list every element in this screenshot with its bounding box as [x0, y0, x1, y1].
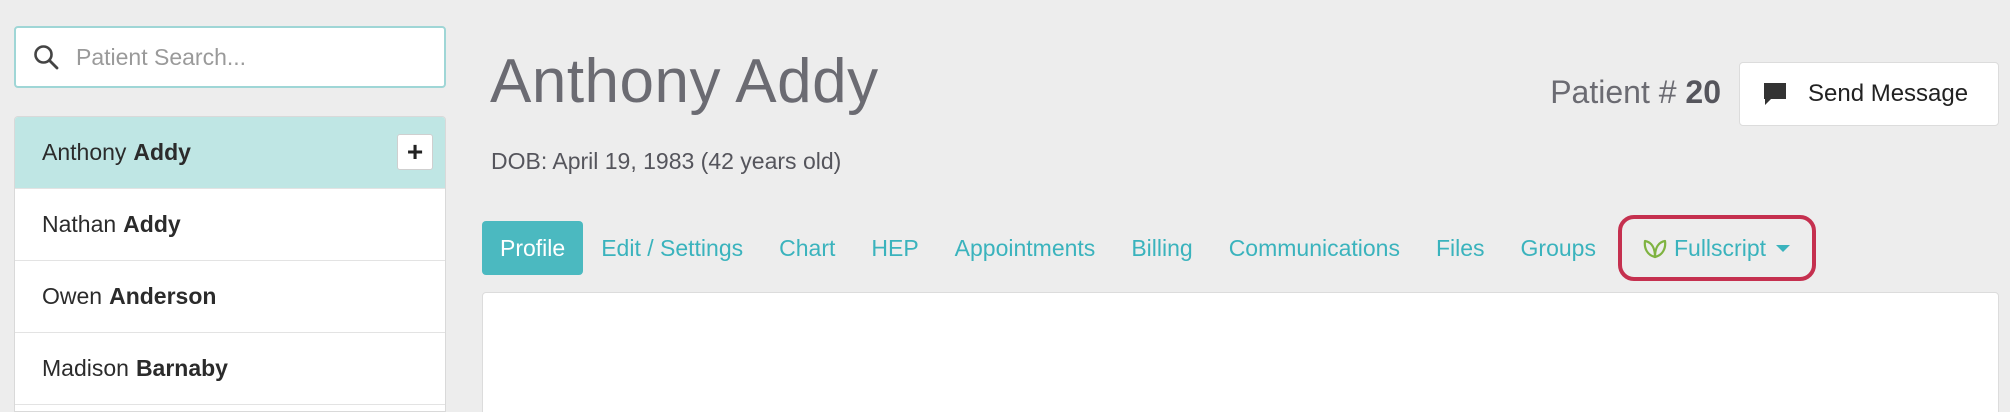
patient-first-name: Owen	[42, 283, 103, 309]
caret-down-icon	[1776, 244, 1790, 252]
add-patient-button[interactable]: +	[397, 134, 433, 170]
patient-first-name: Madison	[42, 355, 129, 381]
patient-first-name: Anthony	[42, 139, 127, 165]
send-message-button[interactable]: Send Message	[1739, 62, 1999, 126]
patient-number: Patient # 20	[1550, 74, 1721, 111]
patient-last-name: Addy	[133, 139, 191, 165]
tab-profile[interactable]: Profile	[482, 221, 584, 275]
tab-files[interactable]: Files	[1418, 221, 1503, 275]
patient-list-item[interactable]: Nathan Addy	[15, 189, 445, 261]
patient-list-item[interactable]: Owen Anderson	[15, 261, 445, 333]
chat-bubble-icon	[1762, 81, 1788, 107]
tab-billing[interactable]: Billing	[1113, 221, 1210, 275]
patient-first-name: Nathan	[42, 211, 117, 237]
patient-search-input[interactable]	[76, 43, 416, 71]
tab-groups[interactable]: Groups	[1503, 221, 1614, 275]
leaf-icon	[1642, 237, 1668, 259]
tab-edit-settings[interactable]: Edit / Settings	[583, 221, 761, 275]
patient-list-item-active[interactable]: Anthony Addy +	[15, 117, 445, 189]
send-message-label: Send Message	[1808, 80, 1969, 107]
search-icon	[32, 43, 60, 71]
tab-appointments[interactable]: Appointments	[937, 221, 1114, 275]
patient-number-value: 20	[1685, 74, 1721, 110]
patient-number-label: Patient #	[1550, 74, 1677, 110]
tab-fullscript-dropdown[interactable]: Fullscript	[1617, 215, 1816, 281]
profile-content-panel	[482, 292, 1999, 412]
patient-list: Anthony Addy + Nathan Addy Owen Anderson…	[14, 116, 446, 412]
tab-hep[interactable]: HEP	[853, 221, 936, 275]
tab-chart[interactable]: Chart	[761, 221, 853, 275]
tab-fullscript-label: Fullscript	[1673, 234, 1766, 261]
patient-last-name: Anderson	[109, 283, 217, 309]
patient-sidebar: Anthony Addy + Nathan Addy Owen Anderson…	[14, 0, 446, 412]
patient-list-item[interactable]: Madison Barnaby	[15, 333, 445, 405]
patient-last-name: Barnaby	[135, 355, 228, 381]
patient-name-heading: Anthony Addy	[490, 47, 879, 116]
patient-search-box[interactable]	[14, 26, 446, 88]
tab-communications[interactable]: Communications	[1211, 221, 1418, 275]
patient-dob: DOB: April 19, 1983 (42 years old)	[491, 148, 842, 174]
patient-last-name: Addy	[123, 211, 181, 237]
patient-tabs: Profile Edit / Settings Chart HEP Appoin…	[482, 215, 1816, 281]
